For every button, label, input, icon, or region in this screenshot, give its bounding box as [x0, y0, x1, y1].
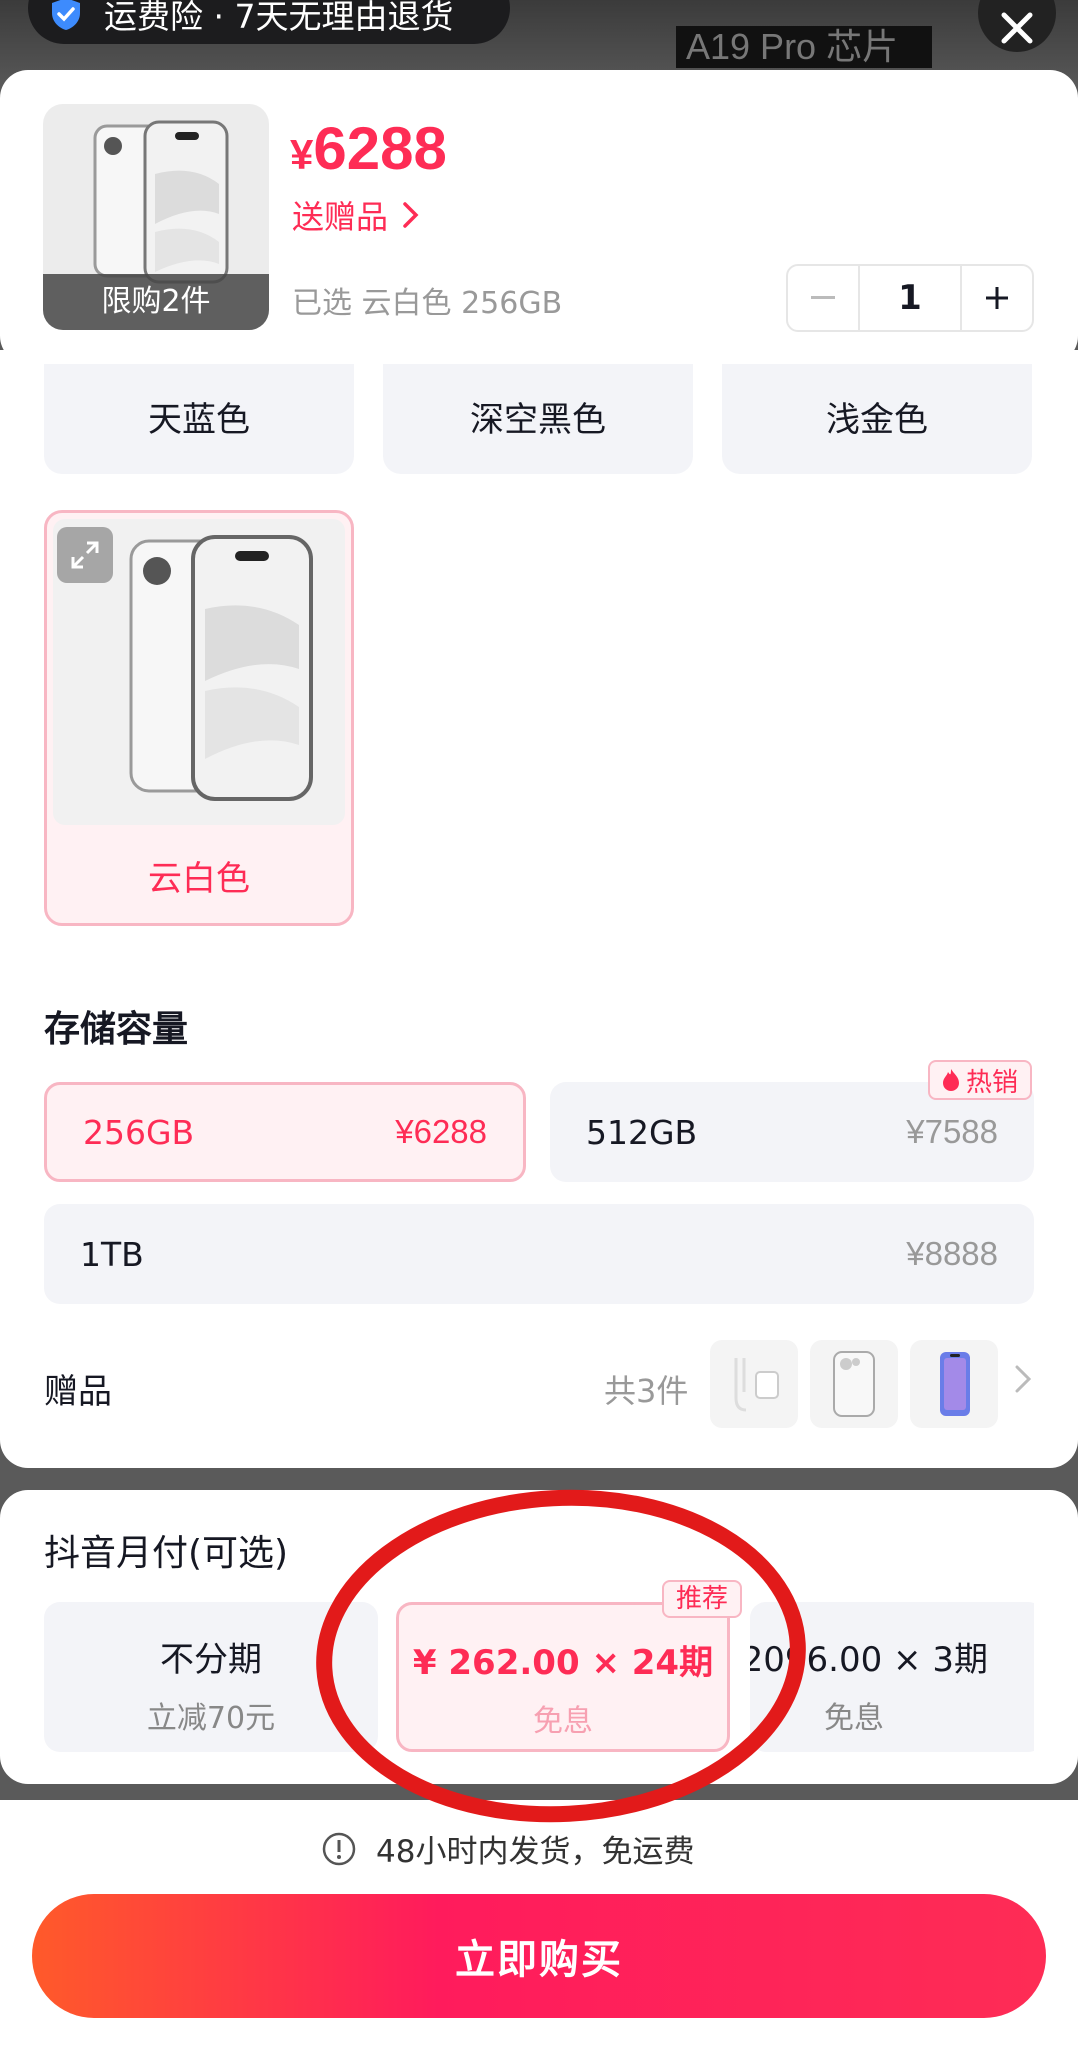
product-thumbnail[interactable]: 限购2件: [43, 104, 269, 330]
quantity-stepper: 1: [786, 264, 1034, 332]
installment-title: 抖音月付(可选): [44, 1533, 289, 1574]
storage-price: ¥6288: [395, 1113, 487, 1150]
installment-card: 抖音月付(可选) 不分期 立减70元 推荐 ¥ 262.00 × 24期 免息 …: [0, 1490, 1078, 1784]
quantity-value[interactable]: 1: [858, 266, 962, 330]
hot-sale-badge: 热销: [928, 1060, 1033, 1100]
installment-option-none[interactable]: 不分期 立减70元: [44, 1602, 378, 1752]
color-option-sky-blue[interactable]: 天蓝色: [44, 350, 354, 474]
gifts-count[interactable]: 共3件: [604, 1366, 688, 1412]
minus-icon: [811, 296, 835, 299]
storage-title: 存储容量: [44, 1009, 189, 1050]
charger-icon: [734, 1358, 779, 1412]
close-icon: [1001, 12, 1033, 44]
shipping-note: 48小时内发货，免运费: [322, 1826, 694, 1871]
service-guarantee-pill[interactable]: 运费险 · 7天无理由退货: [28, 0, 510, 44]
storage-price: ¥7588: [906, 1113, 998, 1150]
checkout-bar: 48小时内发货，免运费 立即购买: [0, 1800, 1078, 2048]
gift-link-label: 送赠品: [292, 198, 389, 236]
expand-image-button[interactable]: [57, 527, 113, 583]
recommended-badge: 推荐: [662, 1580, 743, 1618]
phone-case-icon: [833, 1351, 875, 1417]
info-icon: [322, 1832, 356, 1865]
installment-option-24[interactable]: ¥ 262.00 × 24期 免息: [396, 1602, 730, 1752]
gifts-title: 赠品: [44, 1372, 112, 1412]
selected-sku-label: 已选 云白色 256GB: [292, 286, 563, 321]
price: ¥6288: [290, 114, 447, 183]
plus-icon: [986, 287, 1008, 309]
screen-protector-icon: [940, 1352, 970, 1416]
decrement-button[interactable]: [788, 266, 858, 330]
flame-icon: [943, 1069, 959, 1091]
color-option-label: 云白色: [148, 859, 250, 899]
hot-sale-label: 热销: [966, 1067, 1019, 1098]
purchase-limit-label: 限购2件: [43, 274, 269, 330]
shield-check-icon: [52, 0, 80, 30]
installment-main: 不分期: [160, 1640, 262, 1680]
storage-capacity: 1TB: [80, 1234, 144, 1274]
installment-option-3[interactable]: ¥2096.00 × 3期 免息: [750, 1602, 1034, 1752]
sku-options-card: 天蓝色 深空黑色 浅金色 云白色 存储容量 256GB ¥6288 512GB …: [0, 350, 1078, 1468]
color-option-light-gold[interactable]: 浅金色: [722, 350, 1032, 474]
increment-button[interactable]: [962, 266, 1032, 330]
gift-item-charger[interactable]: [710, 1340, 798, 1428]
color-option-space-black[interactable]: 深空黑色: [383, 350, 693, 474]
service-guarantee-text: 运费险 · 7天无理由退货: [104, 0, 454, 36]
chevron-right-icon: [403, 202, 419, 228]
installment-option-3-clip: ¥2096.00 × 3期 免息: [750, 1602, 1034, 1752]
currency-symbol: ¥: [290, 131, 314, 178]
shipping-note-text: 48小时内发货，免运费: [376, 1834, 695, 1870]
storage-option-1tb[interactable]: 1TB ¥8888: [44, 1204, 1034, 1304]
chevron-right-icon[interactable]: [1014, 1364, 1032, 1394]
installment-sub: 免息: [824, 1701, 884, 1736]
price-value: 6288: [313, 115, 447, 182]
gift-item-screen-protector[interactable]: [910, 1340, 998, 1428]
installment-sub: 免息: [533, 1704, 593, 1739]
gift-link[interactable]: 送赠品: [292, 192, 420, 238]
sku-header-card: 限购2件 ¥6288 送赠品 已选 云白色 256GB 1: [0, 70, 1078, 364]
installment-main: ¥ 262.00 × 24期: [412, 1643, 714, 1683]
expand-icon: [71, 541, 99, 569]
installment-main: ¥2096.00 × 3期: [750, 1640, 988, 1680]
installment-sub: 立减70元: [146, 1701, 276, 1736]
storage-capacity: 512GB: [586, 1112, 698, 1152]
color-option-cloud-white[interactable]: 云白色: [44, 510, 354, 926]
gift-item-phone-case[interactable]: [810, 1340, 898, 1428]
product-banner-text: A19 Pro 芯片: [676, 26, 932, 68]
storage-capacity: 256GB: [83, 1112, 195, 1152]
storage-price: ¥8888: [906, 1235, 998, 1272]
storage-option-256gb[interactable]: 256GB ¥6288: [44, 1082, 526, 1182]
buy-now-button[interactable]: 立即购买: [32, 1894, 1046, 2018]
